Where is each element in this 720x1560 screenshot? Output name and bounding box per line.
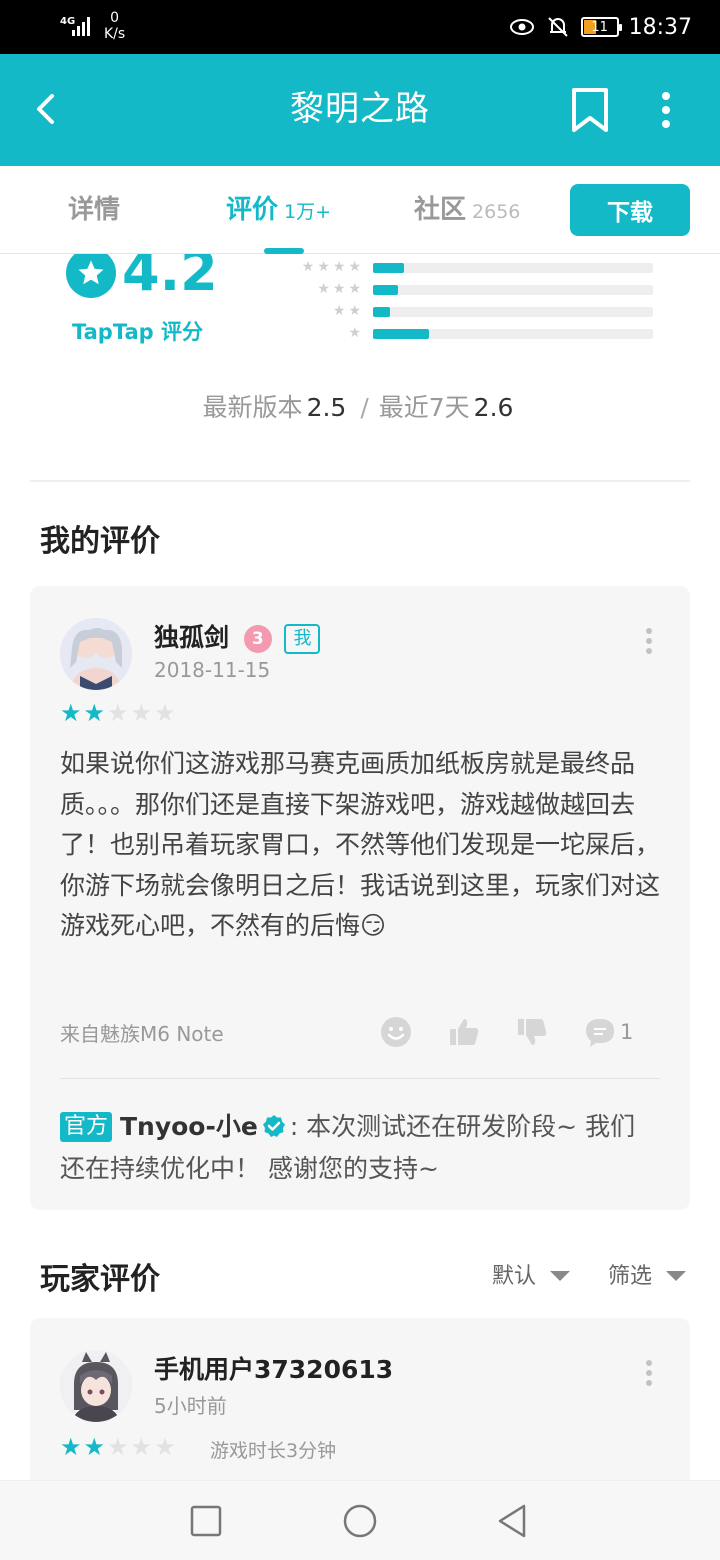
review-username[interactable]: 独孤剑 3 我	[154, 618, 321, 654]
thumbs-down-icon[interactable]	[516, 1016, 548, 1048]
review-stars: ★★★★★	[60, 699, 178, 727]
review-time: 5小时前	[154, 1394, 227, 1418]
bookmark-icon[interactable]	[566, 84, 614, 136]
my-review-card: 独孤剑 3 我 2018-11-15 ★★★★★ 如果说你们这游戏那马赛克画质加…	[30, 586, 690, 1210]
official-badge: 官方	[60, 1112, 113, 1142]
chevron-down-icon	[666, 1271, 687, 1281]
status-right: 11 18:37	[509, 12, 692, 42]
bar-track	[373, 329, 653, 339]
player-review-card: 手机用户37320613 5小时前 ★★★★★ 游戏时长3分钟	[30, 1318, 690, 1498]
signal-icon: 4G	[60, 16, 90, 36]
avatar[interactable]	[60, 618, 132, 690]
filter-label: 筛选	[608, 1264, 653, 1289]
divider	[60, 1078, 660, 1079]
star-badge-icon	[66, 254, 116, 298]
review-username[interactable]: 手机用户37320613	[154, 1350, 393, 1386]
speed-unit: K/s	[104, 26, 126, 42]
official-name[interactable]: Tnyoo-小e	[120, 1112, 258, 1141]
level-number: 3	[251, 629, 264, 649]
reply-count: 1	[620, 1020, 634, 1044]
bar-fill	[373, 263, 404, 273]
bar-track	[373, 307, 653, 317]
bar-stars: ★★★★	[301, 259, 364, 275]
latest-version-score: 2.5	[306, 393, 347, 422]
tab-label: 社区	[414, 195, 467, 225]
tab-community[interactable]: 社区 2656	[414, 192, 520, 230]
player-reviews-title: 玩家评价	[40, 1262, 160, 1297]
speed-value: 0	[110, 10, 120, 26]
more-icon[interactable]	[644, 626, 654, 656]
bar-fill	[373, 329, 429, 339]
app-bar: 黎明之路	[0, 54, 720, 166]
clock: 18:37	[628, 14, 692, 40]
rating-bar-row: ★	[290, 324, 660, 346]
rating-bar-row: ★★★	[290, 280, 660, 302]
rating-label: TapTap 评分	[72, 320, 203, 344]
recents-icon[interactable]	[188, 1503, 224, 1539]
chevron-down-icon	[550, 1271, 571, 1281]
mute-bell-icon	[547, 17, 568, 37]
review-stars: ★★★★★	[60, 1433, 178, 1461]
review-date: 2018-11-15	[154, 658, 271, 682]
nav-back-icon[interactable]	[496, 1503, 532, 1539]
rating-distribution: ★★★★ ★★★ ★★ ★	[290, 258, 660, 346]
system-nav-bar	[0, 1480, 720, 1560]
comment-icon[interactable]	[584, 1016, 616, 1048]
bar-stars: ★★★	[317, 281, 364, 297]
tab-details[interactable]: 详情	[68, 192, 120, 228]
rating-bar-row: ★★	[290, 302, 660, 324]
sort-dropdown[interactable]: 默认	[492, 1258, 571, 1290]
bar-fill	[373, 285, 399, 295]
bar-stars: ★	[348, 325, 364, 341]
tab-bar: 详情 评价 1万+ 社区 2656 下载	[0, 166, 720, 254]
recent-score: 2.6	[473, 393, 514, 422]
battery-level: 11	[591, 19, 608, 35]
avatar[interactable]	[60, 1350, 132, 1422]
me-badge: 我	[284, 624, 321, 654]
network-speed: 0 K/s	[104, 10, 125, 42]
divider	[30, 480, 690, 482]
username-text: 独孤剑	[154, 623, 230, 652]
bar-track	[373, 285, 653, 295]
my-review-title: 我的评价	[40, 524, 160, 559]
rating-summary: 4.2 TapTap 评分 ★★★★ ★★★ ★★ ★ 最新版本 2.5 / 最近7天…	[0, 254, 720, 480]
filter-dropdown[interactable]: 筛选	[608, 1258, 687, 1290]
review-text: 如果说你们这游戏那马赛克画质加纸板房就是最终品质。。。那你们还是直接下架游戏吧，…	[60, 749, 661, 940]
more-icon[interactable]	[644, 1358, 654, 1388]
svg-text:4G: 4G	[60, 16, 75, 27]
device-label: 来自魅族M6 Note	[60, 1022, 224, 1046]
bar-track	[373, 263, 653, 273]
version-ratings: 最新版本 2.5 / 最近7天 2.6	[0, 388, 720, 424]
emoji-icon[interactable]	[380, 1016, 412, 1048]
status-bar: 4G 0 K/s 11 18:37	[0, 0, 720, 54]
tab-count: 2656	[472, 201, 521, 223]
tab-count: 1万+	[284, 201, 332, 223]
bar-fill	[373, 307, 390, 317]
latest-version-label: 最新版本	[202, 393, 303, 422]
tab-label: 评价	[226, 195, 279, 225]
sort-label: 默认	[492, 1264, 537, 1289]
download-button[interactable]: 下载	[570, 184, 690, 236]
tab-reviews[interactable]: 评价 1万+	[226, 192, 331, 230]
rating-bar-row: ★★★★	[290, 258, 660, 280]
bar-stars: ★★	[332, 303, 364, 319]
eye-icon	[509, 19, 534, 35]
level-badge: 3	[243, 625, 272, 653]
official-reply: 官方 Tnyoo-小e : 本次测试还在研发阶段~ 我们还在持续优化中！ 感谢您…	[60, 1106, 660, 1190]
review-actions	[380, 1016, 640, 1050]
more-icon[interactable]	[646, 84, 686, 136]
recent-label: 最近7天	[378, 393, 470, 422]
playtime-label: 游戏时长3分钟	[210, 1440, 337, 1462]
tab-label: 详情	[68, 195, 121, 225]
verified-icon	[262, 1115, 285, 1137]
home-icon[interactable]	[342, 1503, 378, 1539]
battery-icon: 11	[580, 17, 622, 37]
thumbs-up-icon[interactable]	[448, 1016, 480, 1048]
separator: /	[360, 393, 369, 422]
rating-score: 4.2	[122, 254, 218, 303]
